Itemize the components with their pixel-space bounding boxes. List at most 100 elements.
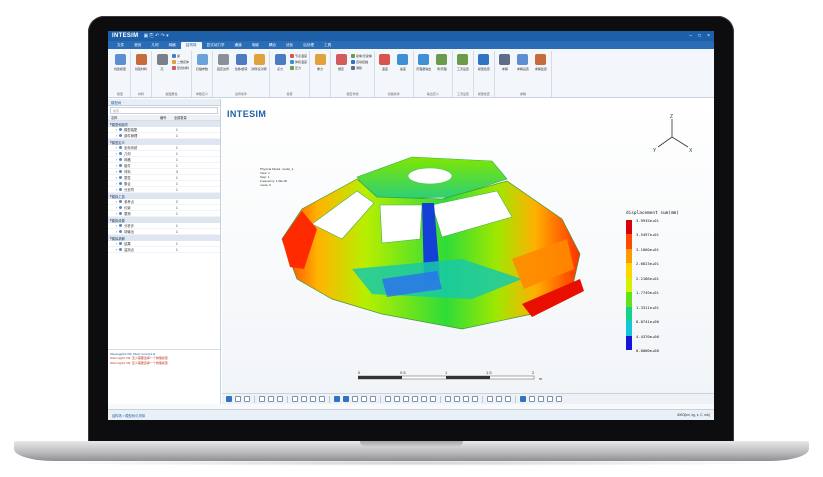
ribbon-small-button[interactable]: 摩擦/无摩擦 — [351, 54, 372, 58]
close-button[interactable]: × — [707, 33, 710, 39]
view-tool-button[interactable] — [244, 396, 250, 402]
menu-tab[interactable]: 工具 — [319, 42, 336, 49]
ribbon-button[interactable]: 求解 — [497, 51, 513, 71]
ribbon-button[interactable]: 对称/反对称 — [251, 51, 267, 71]
chevron-right-icon[interactable]: › — [116, 248, 117, 252]
view-tool-button[interactable] — [547, 396, 553, 402]
ribbon-button[interactable]: 创建材料 — [133, 51, 149, 71]
ribbon-button[interactable]: 模型检查 — [476, 51, 492, 71]
ribbon-button[interactable]: 创建模型 — [112, 51, 128, 71]
ribbon-button[interactable]: 历程量输出 — [416, 51, 432, 71]
ribbon-button[interactable]: 速度 — [395, 51, 411, 71]
view-tool-button[interactable] — [352, 396, 358, 402]
panel-tab[interactable]: 模型树 — [108, 99, 220, 106]
view-tool-button[interactable] — [334, 396, 340, 402]
menu-tab[interactable]: 网格 — [164, 42, 181, 49]
tree-search-input[interactable]: 搜索... — [110, 107, 218, 114]
ribbon-small-button[interactable]: 体积温度 — [290, 60, 307, 64]
chevron-right-icon[interactable]: › — [116, 164, 117, 168]
view-tool-button[interactable] — [319, 396, 325, 402]
view-tool-button[interactable] — [343, 396, 349, 402]
view-tool-button[interactable] — [505, 396, 511, 402]
view-tool-button[interactable] — [454, 396, 460, 402]
view-tool-button[interactable] — [259, 396, 265, 402]
ribbon-small-button[interactable]: 滑移 — [351, 66, 372, 70]
menu-tab[interactable]: 通道 — [230, 42, 247, 49]
chevron-right-icon[interactable]: › — [116, 188, 117, 192]
view-tool-button[interactable] — [445, 396, 451, 402]
chevron-right-icon[interactable]: › — [116, 182, 117, 186]
ribbon-small-button[interactable]: 梁 — [172, 54, 189, 58]
chevron-right-icon[interactable]: › — [116, 134, 117, 138]
view-tool-button[interactable] — [370, 396, 376, 402]
quick-access-toolbar[interactable]: ▣ ⎘ ↶ ↷ ▾ — [143, 33, 168, 39]
column-header[interactable]: 名称 — [108, 115, 160, 120]
view-tool-button[interactable] — [301, 396, 307, 402]
ribbon-button[interactable]: 点力 — [272, 51, 288, 71]
ribbon-small-button[interactable]: 自动接触 — [351, 60, 372, 64]
menu-tab[interactable]: 文件 — [112, 42, 129, 49]
view-tool-button[interactable] — [421, 396, 427, 402]
ribbon-button[interactable]: 扫描参数 — [194, 51, 210, 71]
menu-tab[interactable]: 几何 — [146, 42, 163, 49]
chevron-right-icon[interactable]: › — [116, 224, 117, 228]
menu-tab[interactable]: 电磁 — [247, 42, 264, 49]
chevron-right-icon[interactable]: › — [116, 170, 117, 174]
ribbon-button[interactable]: 重力 — [312, 51, 328, 71]
chevron-right-icon[interactable]: › — [116, 200, 117, 204]
minimize-button[interactable]: – — [689, 33, 692, 39]
chevron-right-icon[interactable]: › — [116, 206, 117, 210]
view-tool-button[interactable] — [235, 396, 241, 402]
ribbon-small-button[interactable]: 压力 — [290, 66, 307, 70]
view-tool-button[interactable] — [520, 396, 526, 402]
ribbon-button[interactable]: 绑定 — [333, 51, 349, 71]
car-body-contour-model[interactable] — [262, 139, 602, 339]
menu-tab[interactable]: 显式动力学 — [202, 42, 230, 49]
menu-tab[interactable]: 首页 — [129, 42, 146, 49]
column-header[interactable]: 全部数量 — [174, 115, 204, 120]
view-tool-button[interactable] — [496, 396, 502, 402]
chevron-right-icon[interactable]: › — [116, 212, 117, 216]
menu-tab-active[interactable]: 结构场 — [180, 42, 202, 49]
ribbon-button[interactable]: 求解设置 — [515, 51, 531, 71]
view-tool-button[interactable] — [529, 396, 535, 402]
view-tool-button[interactable] — [487, 396, 493, 402]
view-tool-button[interactable] — [277, 396, 283, 402]
view-tool-button[interactable] — [463, 396, 469, 402]
view-tool-button[interactable] — [226, 396, 232, 402]
chevron-right-icon[interactable]: › — [116, 158, 117, 162]
view-tool-button[interactable] — [361, 396, 367, 402]
menu-tab[interactable]: 优化 — [281, 42, 298, 49]
view-tool-button[interactable] — [556, 396, 562, 402]
view-tool-button[interactable] — [385, 396, 391, 402]
view-tool-button[interactable] — [268, 396, 274, 402]
ribbon-small-button[interactable]: 复合材料 — [172, 66, 189, 70]
column-header[interactable]: 编号 — [160, 115, 174, 120]
chevron-right-icon[interactable]: › — [116, 230, 117, 234]
view-tool-button[interactable] — [310, 396, 316, 402]
chevron-right-icon[interactable]: › — [116, 128, 117, 132]
ribbon-small-button[interactable]: 二维实体 — [172, 60, 189, 64]
ribbon-button[interactable]: 位移/旋转 — [233, 51, 249, 71]
view-tool-button[interactable] — [472, 396, 478, 402]
tree-item[interactable]: › 监测点 1 — [108, 247, 220, 253]
ribbon-button[interactable]: 固定边界 — [215, 51, 231, 71]
view-tool-button[interactable] — [538, 396, 544, 402]
view-tool-button[interactable] — [394, 396, 400, 402]
chevron-right-icon[interactable]: › — [116, 176, 117, 180]
ribbon-small-button[interactable]: 节点温度 — [290, 54, 307, 58]
view-tool-button[interactable] — [403, 396, 409, 402]
ribbon-button[interactable]: 场/历程 — [434, 51, 450, 71]
chevron-right-icon[interactable]: › — [116, 146, 117, 150]
3d-viewport[interactable]: INTESIM Physical Model: model_1 View: 1 … — [222, 99, 714, 393]
unit-system[interactable]: 400D(km, kg, s, C, mA) — [677, 413, 710, 417]
menu-tab[interactable]: 后处理 — [298, 42, 319, 49]
view-tool-button[interactable] — [412, 396, 418, 402]
maximize-button[interactable]: □ — [698, 33, 701, 39]
view-tool-button[interactable] — [292, 396, 298, 402]
ribbon-button[interactable]: 求解监控 — [533, 51, 549, 71]
ribbon-button[interactable]: 温度 — [377, 51, 393, 71]
chevron-right-icon[interactable]: › — [116, 242, 117, 246]
ribbon-button[interactable]: 工况设置 — [455, 51, 471, 71]
menu-tab[interactable]: 耦合 — [264, 42, 281, 49]
